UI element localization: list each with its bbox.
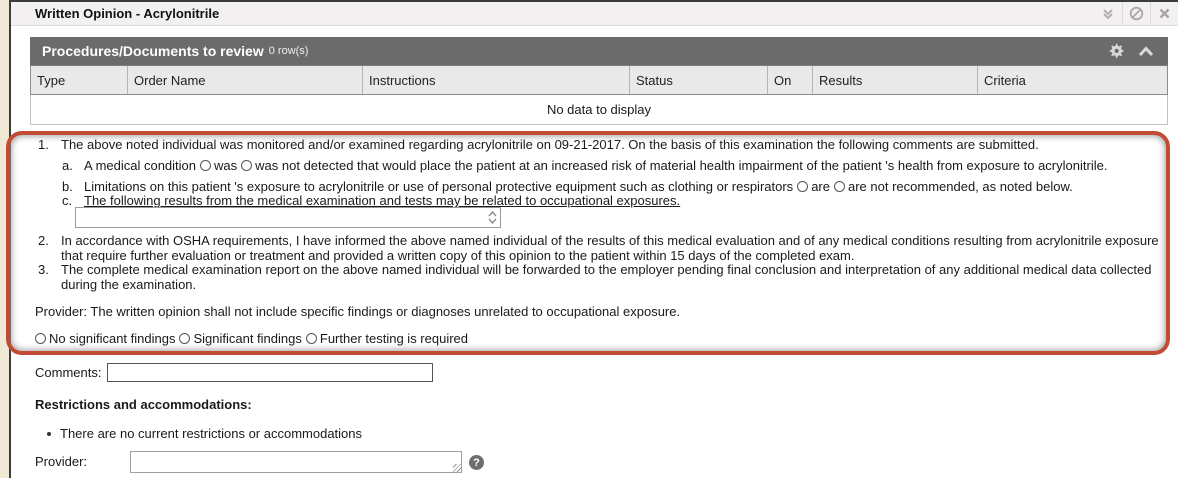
- item-text: detected that would place the patient at…: [300, 158, 1107, 173]
- item-number: 1.: [38, 137, 61, 152]
- page-left-margin: [0, 0, 9, 478]
- item-text: recommended, as noted below.: [888, 179, 1072, 194]
- panel-row-count: 0 row(s): [269, 45, 309, 57]
- page-title: Written Opinion - Acrylonitrile: [35, 6, 219, 21]
- radio-was-not-label[interactable]: was not: [255, 158, 300, 173]
- restrictions-list-item: There are no current restrictions or acc…: [47, 426, 362, 441]
- spinner-down-icon[interactable]: [488, 218, 497, 224]
- option-significant-findings[interactable]: Significant findings: [179, 331, 301, 346]
- window-title-bar: Written Opinion - Acrylonitrile: [11, 2, 1178, 26]
- column-header-order-name[interactable]: Order Name: [128, 66, 363, 94]
- procedures-panel-header: Procedures/Documents to review 0 row(s): [30, 37, 1168, 65]
- opinion-item-1c: c. The following results from the medica…: [62, 193, 1174, 208]
- panel-title: Procedures/Documents to review: [42, 43, 264, 59]
- double-chevron-down-icon: [1101, 7, 1115, 21]
- radio-no-significant-findings[interactable]: [35, 333, 46, 344]
- option-no-significant-findings[interactable]: No significant findings: [35, 331, 175, 346]
- item-letter: b.: [62, 179, 84, 194]
- radio-are[interactable]: [797, 181, 808, 192]
- findings-radio-group: No significant findings Significant find…: [35, 331, 472, 346]
- item-text: The complete medical examination report …: [61, 262, 1161, 292]
- collapse-button[interactable]: [1094, 2, 1122, 26]
- chevron-up-icon: [1138, 46, 1154, 57]
- resize-handle-icon[interactable]: [453, 464, 461, 472]
- column-header-criteria[interactable]: Criteria: [978, 66, 1167, 94]
- item-number: 3.: [38, 262, 61, 292]
- help-icon[interactable]: ?: [469, 455, 484, 470]
- opinion-item-3: 3. The complete medical examination repo…: [38, 262, 1161, 292]
- opinion-item-1: 1. The above noted individual was monito…: [38, 137, 1161, 152]
- item-text: The following results from the medical e…: [84, 193, 1174, 208]
- column-header-type[interactable]: Type: [31, 66, 128, 94]
- column-header-results[interactable]: Results: [813, 66, 978, 94]
- item-text: In accordance with OSHA requirements, I …: [61, 233, 1161, 263]
- spinner-control[interactable]: [484, 208, 500, 227]
- provider-input-wrapper: [130, 451, 462, 473]
- comments-label: Comments:: [35, 365, 101, 380]
- comments-row: Comments:: [35, 363, 433, 382]
- radio-significant-findings[interactable]: [179, 333, 190, 344]
- close-button[interactable]: [1150, 2, 1178, 26]
- radio-are-not[interactable]: [834, 181, 845, 192]
- radio-label[interactable]: Further testing is required: [320, 331, 468, 346]
- procedures-table-header: Type Order Name Instructions Status On R…: [30, 65, 1168, 95]
- page-left-border: [9, 0, 11, 478]
- radio-was[interactable]: [200, 160, 211, 171]
- panel-collapse-button[interactable]: [1138, 46, 1154, 57]
- item-text: Limitations on this patient 's exposure …: [84, 179, 793, 194]
- disable-button[interactable]: [1122, 2, 1150, 26]
- item-text: A medical condition: [84, 158, 196, 173]
- exam-results-input[interactable]: [75, 207, 501, 228]
- option-further-testing[interactable]: Further testing is required: [306, 331, 468, 346]
- column-header-on[interactable]: On: [768, 66, 813, 94]
- item-letter: c.: [62, 193, 84, 208]
- item-number: 2.: [38, 233, 61, 263]
- title-bar-actions: [1094, 2, 1178, 26]
- provider-input[interactable]: [131, 452, 461, 472]
- radio-are-label[interactable]: are: [811, 179, 830, 194]
- exam-results-text-field[interactable]: [76, 208, 484, 227]
- item-letter: a.: [62, 158, 84, 173]
- item-text: The above noted individual was monitored…: [61, 137, 1161, 152]
- comments-input[interactable]: [107, 363, 433, 382]
- radio-label[interactable]: No significant findings: [49, 331, 175, 346]
- circle-slash-icon: [1129, 6, 1144, 21]
- radio-was-label[interactable]: was: [214, 158, 237, 173]
- provider-row: Provider: ?: [35, 451, 484, 473]
- restrictions-heading: Restrictions and accommodations:: [35, 397, 252, 412]
- radio-label[interactable]: Significant findings: [193, 331, 301, 346]
- opinion-item-2: 2. In accordance with OSHA requirements,…: [38, 233, 1161, 263]
- opinion-item-1b: b. Limitations on this patient 's exposu…: [62, 179, 1174, 194]
- provider-note: Provider: The written opinion shall not …: [35, 304, 680, 319]
- column-header-status[interactable]: Status: [630, 66, 768, 94]
- close-x-icon: [1158, 7, 1171, 20]
- opinion-item-1a: a. A medical condition was was not detecte…: [62, 158, 1174, 173]
- provider-label: Provider:: [35, 451, 130, 469]
- radio-are-not-label[interactable]: are not: [848, 179, 888, 194]
- bullet-icon: [47, 432, 51, 436]
- radio-further-testing[interactable]: [306, 333, 317, 344]
- radio-was-not[interactable]: [241, 160, 252, 171]
- column-header-instructions[interactable]: Instructions: [363, 66, 630, 94]
- spinner-up-icon[interactable]: [488, 211, 497, 217]
- restriction-text: There are no current restrictions or acc…: [60, 426, 362, 441]
- table-empty-message: No data to display: [30, 95, 1168, 125]
- panel-settings-button[interactable]: [1108, 43, 1124, 59]
- gear-icon: [1108, 43, 1124, 59]
